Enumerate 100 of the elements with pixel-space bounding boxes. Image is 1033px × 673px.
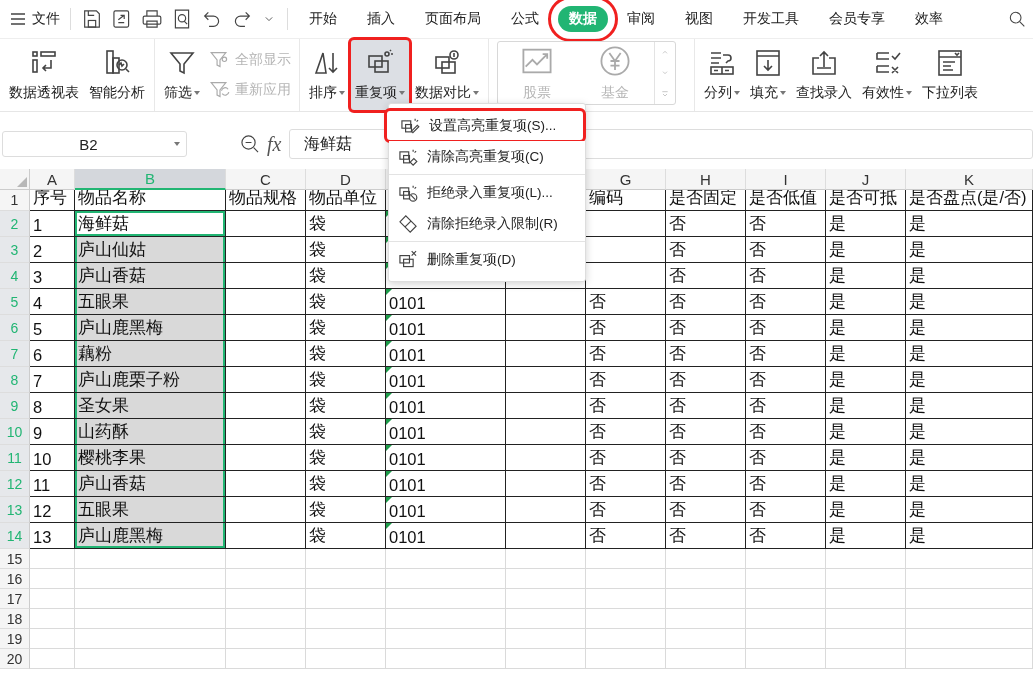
table-cell: 否 [746,419,826,445]
table-cell: 是 [906,263,1033,289]
row-header[interactable]: 20 [0,649,30,669]
ribbon-tab[interactable]: 效率 [904,6,954,32]
caret-icon [906,91,912,95]
table-cell: 0101 [386,289,506,315]
table-cell: 否 [586,367,666,393]
table-cell: 是 [906,289,1033,315]
table-cell: 是 [826,263,906,289]
table-cell: 否 [586,393,666,419]
table-cell: 否 [586,471,666,497]
table-cell: 0101 [386,315,506,341]
menu-item[interactable]: 清除拒绝录入限制(R) [389,208,585,239]
table-cell: 否 [586,523,666,549]
fill-down-icon [753,48,783,78]
ribbon-button[interactable]: 数据透视表 [4,39,84,111]
table-cell: 否 [666,471,746,497]
ribbon-tab[interactable]: 开始 [298,6,348,32]
ribbon-button[interactable]: 重复项 [350,39,410,111]
column-header[interactable]: C [226,169,306,190]
table-cell: 否 [666,367,746,393]
select-all-triangle-icon[interactable] [17,177,27,187]
table-cell: 物品单位 [306,190,386,211]
print-icon [141,8,163,30]
filter-refresh-icon [209,79,231,101]
table-cell: 物品规格 [226,190,306,211]
table-cell: 是 [826,211,906,237]
caret-icon [399,91,405,95]
table-cell: 是否盘点(是/否) [906,190,1033,211]
table-cell: 否 [586,419,666,445]
ribbon-tab[interactable]: 插入 [356,6,406,32]
column-header[interactable]: I [746,169,826,190]
column-header[interactable]: J [826,169,906,190]
row-header[interactable]: 19 [0,629,30,649]
column-header[interactable]: K [906,169,1033,190]
column-header[interactable]: H [666,169,746,190]
ribbon-button[interactable]: 有效性 [857,39,917,111]
ribbon-button[interactable]: 下拉列表 [917,39,983,111]
table-cell: 袋 [306,523,386,549]
table-cell: 否 [586,445,666,471]
table-cell: 是 [826,289,906,315]
ribbon-button[interactable]: 查找录入 [791,39,857,111]
table-cell: 是 [906,445,1033,471]
table-cell: 否 [746,471,826,497]
row-header[interactable]: 15 [0,549,30,569]
table-cell: 否 [746,341,826,367]
upload-box-icon [809,48,839,78]
table-cell: 否 [666,341,746,367]
table-cell: 是 [906,471,1033,497]
ribbon-button[interactable]: 分列 [699,39,745,111]
file-menu-button[interactable]: 文件 [6,6,64,32]
table-cell: 0101 [386,419,506,445]
table-cell: 0101 [386,367,506,393]
column-header[interactable]: G [586,169,666,190]
table-cell: 0101 [386,497,506,523]
table-cell: 是 [906,523,1033,549]
table-cell: 是 [826,445,906,471]
ribbon-button[interactable]: 筛选 [159,39,205,111]
zoom-icon [239,133,261,155]
row-header[interactable]: 17 [0,589,30,609]
eraser-icon [397,212,419,235]
table-cell [30,569,75,589]
table-cell: 五眼果 [75,497,226,523]
table-cell: 是 [906,211,1033,237]
menu-item[interactable]: 删除重复项(D) [389,244,585,275]
menu-item[interactable]: 清除高亮重复项(C) [389,141,585,172]
table-cell: 是 [906,497,1033,523]
column-header[interactable]: D [306,169,386,190]
table-cell [30,649,75,669]
table-cell: 袋 [306,419,386,445]
menu-item[interactable]: 设置高亮重复项(S)... [386,110,584,141]
table-cell: 海鲜菇 [75,211,226,237]
table-cell: 藕粉 [75,341,226,367]
column-header[interactable]: A [30,169,75,190]
table-cell: 是 [826,523,906,549]
ribbon-button[interactable]: 填充 [745,39,791,111]
row-header[interactable]: 16 [0,569,30,589]
name-box[interactable]: B2 [2,131,187,157]
table-cell: 是 [826,497,906,523]
row-header[interactable]: 1 [0,190,30,211]
table-cell: 是否低值 [746,190,826,211]
ribbon-tab[interactable]: 页面布局 [414,6,492,32]
table-cell: 袋 [306,237,386,263]
function-label[interactable]: fx [267,132,282,156]
ribbon-button[interactable]: 智能分析 [84,39,150,111]
ribbon-tab[interactable]: 审阅 [616,6,666,32]
table-cell: 否 [586,497,666,523]
table-cell: 是 [826,419,906,445]
table-cell: 是 [826,471,906,497]
table-cell: 0101 [386,523,506,549]
row-header[interactable]: 18 [0,609,30,629]
table-cell: 庐山香菇 [75,263,226,289]
caret-icon [473,91,479,95]
ribbon-tab[interactable]: 视图 [674,6,724,32]
ribbon-tab[interactable]: 会员专享 [818,6,896,32]
table-cell: 否 [666,523,746,549]
menu-item[interactable]: 拒绝录入重复项(L)... [389,177,585,208]
ribbon-tab[interactable]: 开发工具 [732,6,810,32]
caret-icon [194,91,200,95]
ribbon-tab[interactable]: 公式 [500,6,550,32]
